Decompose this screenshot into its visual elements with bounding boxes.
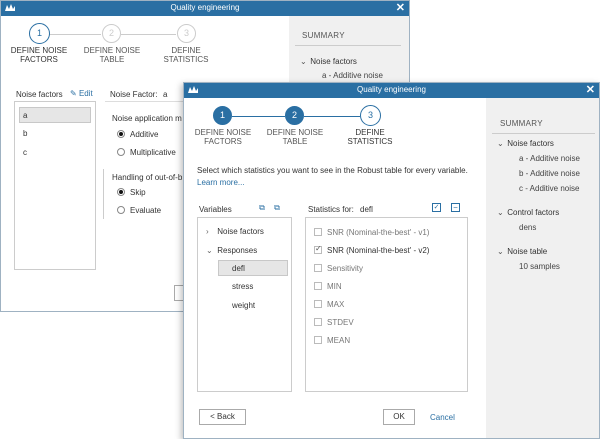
back-step-1-label: DEFINE NOISE FACTORS [10, 46, 68, 64]
tree-item-weight[interactable]: weight [232, 301, 255, 310]
cancel-button[interactable]: Cancel [430, 413, 455, 422]
back-step-connector-1 [49, 34, 101, 35]
noise-factor-prefix: Noise Factor: [110, 90, 158, 99]
stat-checkbox[interactable]: ✓ [314, 244, 322, 254]
summary-noise-item: c - Additive noise [519, 184, 580, 193]
variables-tree: › Noise factors ⌄ Responses defl stress … [197, 217, 292, 392]
divider [103, 169, 104, 219]
back-summary-noise-heading[interactable]: ⌄ Noise factors [300, 57, 357, 66]
front-title-bar[interactable]: Quality engineering ✕ [184, 83, 599, 98]
front-summary-title: SUMMARY [500, 119, 543, 128]
stat-checkbox[interactable] [314, 318, 322, 326]
back-step-2-label: DEFINE NOISE TABLE [83, 46, 141, 64]
collapse-all-icon[interactable]: ⧉ [272, 203, 282, 213]
back-window-title: Quality engineering [170, 3, 240, 12]
stat-checkbox[interactable] [314, 282, 322, 290]
check-all-icon[interactable]: ✓ [432, 203, 441, 212]
back-step-3-label: DEFINE STATISTICS [163, 46, 209, 64]
out-of-bounds-label: Handling of out-of-b [112, 173, 183, 182]
back-step-1-circle[interactable]: 1 [29, 23, 50, 44]
back-button[interactable]: < Back [199, 409, 246, 425]
expand-all-icon[interactable]: ⧉ [257, 203, 267, 213]
chevron-down-icon: ⌄ [497, 247, 504, 256]
back-summary-title: SUMMARY [302, 31, 345, 40]
front-step-1-label: DEFINE NOISE FACTORS [194, 128, 252, 146]
front-close-icon[interactable]: ✕ [586, 83, 595, 96]
back-title-bar[interactable]: Quality engineering ✕ [1, 1, 409, 16]
tree-item-stress[interactable]: stress [232, 282, 253, 291]
learn-more-link[interactable]: Learn more... [197, 178, 245, 187]
noise-factors-list: a b c [14, 101, 96, 270]
instruction-text: Select which statistics you want to see … [197, 166, 468, 175]
front-window-title: Quality engineering [357, 85, 426, 94]
noise-application-label: Noise application m [112, 114, 182, 123]
front-step-connector-2 [304, 116, 360, 117]
noise-factor-selected: a [163, 90, 168, 99]
summary-noise-item: a - Additive noise [519, 154, 580, 163]
skip-radio[interactable] [117, 188, 125, 196]
list-item[interactable]: a [19, 107, 91, 123]
front-step-2-label: DEFINE NOISE TABLE [266, 128, 324, 146]
front-dialog: Quality engineering ✕ 1 DEFINE NOISE FAC… [183, 82, 600, 439]
back-summary-noise-item: a - Additive noise [322, 71, 383, 80]
evaluate-radio[interactable] [117, 206, 125, 214]
chevron-down-icon: ⌄ [206, 246, 213, 255]
evaluate-label: Evaluate [130, 206, 162, 215]
statistics-for-value: defl [360, 205, 373, 214]
back-step-3-circle[interactable]: 3 [177, 24, 196, 43]
uncheck-all-icon[interactable]: − [451, 203, 460, 212]
tree-item-defl[interactable]: defl [218, 260, 288, 276]
stat-checkbox[interactable] [314, 264, 322, 272]
summary-control-factors-heading[interactable]: ⌄ Control factors [497, 208, 559, 217]
check-icon: ✓ [315, 244, 322, 253]
summary-noise-table-item: 10 samples [519, 262, 560, 271]
variables-label: Variables [199, 205, 232, 214]
pencil-icon: ✎ [70, 89, 77, 98]
list-item[interactable]: c [19, 146, 91, 160]
chevron-down-icon: ⌄ [497, 139, 504, 148]
stat-checkbox[interactable] [314, 300, 322, 308]
list-item[interactable]: b [19, 127, 91, 141]
divider [295, 45, 401, 46]
chevron-down-icon: ⌄ [497, 208, 504, 217]
multiplicative-label: Multiplicative [130, 148, 176, 157]
divider [105, 101, 185, 102]
chevron-down-icon: ⌄ [300, 57, 307, 66]
back-step-connector-2 [121, 34, 176, 35]
ok-button[interactable]: OK [383, 409, 415, 425]
back-step-2-circle[interactable]: 2 [102, 24, 121, 43]
summary-noise-factors-heading[interactable]: ⌄ Noise factors [497, 139, 554, 148]
front-step-3-circle[interactable]: 3 [360, 105, 381, 126]
back-close-icon[interactable]: ✕ [396, 1, 405, 14]
edit-link[interactable]: ✎ Edit [70, 89, 93, 98]
statistics-for-label: Statistics for: [308, 205, 354, 214]
additive-label: Additive [130, 130, 159, 139]
stat-checkbox[interactable] [314, 336, 322, 344]
multiplicative-radio[interactable] [117, 148, 125, 156]
front-step-3-label: DEFINE STATISTICS [347, 128, 393, 146]
front-summary-panel: SUMMARY ⌄ Noise factors a - Additive noi… [486, 98, 599, 438]
noise-factors-label: Noise factors [16, 90, 63, 99]
summary-noise-item: b - Additive noise [519, 169, 580, 178]
summary-noise-table-heading[interactable]: ⌄ Noise table [497, 247, 547, 256]
tree-item-responses[interactable]: ⌄ Responses [206, 246, 257, 255]
stat-checkbox[interactable] [314, 228, 322, 236]
chevron-right-icon: › [206, 227, 209, 236]
divider [492, 133, 595, 134]
summary-control-item: dens [519, 223, 537, 232]
front-step-1-circle[interactable]: 1 [213, 106, 232, 125]
tree-item-noise-factors[interactable]: › Noise factors [206, 227, 264, 236]
front-step-connector-1 [232, 116, 285, 117]
front-step-2-circle[interactable]: 2 [285, 106, 304, 125]
additive-radio[interactable] [117, 130, 125, 138]
skip-label: Skip [130, 188, 146, 197]
